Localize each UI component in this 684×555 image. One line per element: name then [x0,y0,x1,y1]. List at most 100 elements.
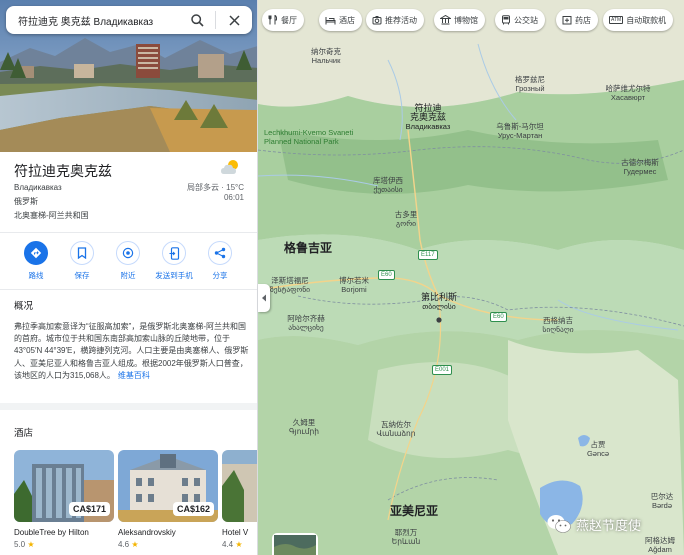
directions-icon [30,247,42,259]
share-icon [214,247,226,259]
map-label-gyumri[interactable]: 久姆里 Գյումրի [289,418,319,436]
star-icon: ★ [235,540,243,549]
map-label-gori[interactable]: 古多里 გორი [395,210,418,228]
hotel-card[interactable]: CA$171 DoubleTree by Hilton 5.0 ★ [14,450,114,549]
chip-hotels[interactable]: 酒店 [319,9,362,31]
hotel-name: Aleksandrovskiy [118,528,176,537]
road-shield: E001 [432,365,453,375]
transit-icon [502,15,510,25]
layers-button[interactable] [272,533,318,555]
share-button[interactable]: 分享 [195,241,245,281]
wikipedia-link[interactable]: 维基百科 [118,371,150,380]
map-label-armenia[interactable]: 亚美尼亚 [390,504,438,518]
map-label-khasavyurt[interactable]: 哈萨维尤尔特 Хасавюрт [606,84,651,102]
map-label-nalchik[interactable]: 纳尔奇克 Нальчик [311,47,341,65]
chip-activities[interactable]: 推荐活动 [366,9,424,31]
place-region: 北奥塞梯-阿兰共和国 [14,211,89,220]
map-label-ganja[interactable]: 占贾 Gəncə [587,440,609,458]
hotels-section: 酒店 CA$171 DoubleTree by Hilton 5.0 ★ CA$… [0,417,257,555]
map-label-vanadzor[interactable]: 瓦纳佐尔 Վանաձոր [376,420,415,438]
chip-museums[interactable]: 博物馆 [434,9,485,31]
map-label-urus-martan[interactable]: 乌鲁斯-马尔坦 Урус-Мартан [496,122,544,140]
hotel-card[interactable]: CA$162 Aleksandrovskiy 4.6 ★ [118,450,218,549]
hotels-heading: 酒店 [14,428,34,439]
directions-icon-circle [24,241,48,265]
chip-atm[interactable]: ATM 自动取款机 [603,9,674,31]
hotel-rating-value: 5.0 [14,540,26,549]
map-label-georgia[interactable]: 格鲁吉亚 [284,241,332,255]
map-label-borjomi[interactable]: 博尔若米 Borjomi [339,276,369,294]
send-to-phone-icon [169,246,179,260]
place-header: 符拉迪克奥克兹 Владикавказ 俄罗斯 北奥塞梯-阿兰共和国 局部多云 … [0,152,257,232]
map-label-zestaponi[interactable]: 泽斯塔福尼 ზესტაფონი [270,276,310,294]
save-button[interactable]: 保存 [57,241,107,281]
hotel-card[interactable]: Hotel V 4.4 ★ [222,450,257,549]
map-label-barda[interactable]: 巴尔达 Bərdə [651,492,674,510]
map-label-national-park[interactable]: Lechkhumi-Kvemo Svaneti Planned National… [264,128,354,146]
send-to-phone-button[interactable]: 发送到手机 [149,241,199,281]
map-canvas[interactable]: 纳尔奇克 Нальчик 格罗兹尼 Грозный 哈萨维尤尔特 Хасавюрт 符… [258,0,684,555]
hotel-photo: CA$171 [14,450,114,522]
map-label-yerevan[interactable]: 耶烈万 Երևան [392,528,420,546]
place-local-name: Владикавказ [14,183,62,192]
museum-icon [440,15,451,25]
hotel-photo-image [222,450,257,522]
weather-text: 局部多云 · 15°C [187,183,244,192]
chip-label: 药店 [575,15,591,25]
search-button[interactable] [185,8,209,32]
map-label-kutaisi[interactable]: 库塔伊西 ქუთაისი [373,176,403,194]
share-label: 分享 [212,271,228,280]
map-label-vladikavkaz[interactable]: 符拉迪 克奥克兹 Владикавказ [406,104,451,132]
watermark: 燕赵节度使 [547,511,641,537]
chip-pharmacies[interactable]: 药店 [556,9,598,31]
road-shield: E60 [490,312,507,322]
search-input[interactable]: 符拉迪克 奥克兹 Владикавказ [18,13,185,28]
collapse-panel-button[interactable] [258,284,270,312]
star-icon: ★ [131,540,139,549]
nearby-icon-circle [116,241,140,265]
hotel-price: CA$162 [172,502,214,516]
clear-search-button[interactable] [222,8,246,32]
map-label-sighnaghi[interactable]: 西格纳吉 სიღნაღი [542,316,573,334]
map-label-akhaltsikhe[interactable]: 阿哈尔齐赫 ახალციხე [287,314,325,332]
hotel-rating-value: 4.4 [222,540,234,549]
chip-restaurants[interactable]: 餐厅 [262,9,304,31]
chip-label: 自动取款机 [626,15,667,25]
map-label-agdam[interactable]: 阿格达姆 Ağdam [645,536,675,554]
place-country: 俄罗斯 [14,197,38,206]
place-panel: 符拉迪克 奥克兹 Владикавказ 符拉迪克奥克兹 Владикавказ… [0,0,258,555]
activities-icon [372,16,382,25]
map-label-grozny[interactable]: 格罗兹尼 Грозный [515,75,545,93]
map-label-gudermes[interactable]: 古德尔梅斯 Гудермес [621,158,659,176]
chip-transit[interactable]: 公交站 [495,9,545,31]
chip-label: 公交站 [514,15,538,25]
hotel-name: Hotel V [222,528,249,537]
hotel-rating: 4.6 ★ [118,540,218,549]
directions-button[interactable]: 路线 [11,241,61,281]
nearby-label: 附近 [120,271,136,280]
overview-heading: 概况 [14,301,34,312]
map-label-tbilisi[interactable]: 第比利斯 თბილისი [421,293,457,312]
search-icon [190,13,204,27]
save-icon-circle [70,241,94,265]
chip-label: 餐厅 [281,15,297,25]
search-box[interactable]: 符拉迪克 奥克兹 Владикавказ [6,6,252,34]
nearby-button[interactable]: 附近 [103,241,153,281]
star-icon: ★ [27,540,35,549]
chip-label: 酒店 [339,15,355,25]
pharmacy-icon [562,16,572,25]
chevron-left-icon [262,294,266,302]
hotel-rating: 5.0 ★ [14,540,114,549]
action-bar: 路线 保存 附近 发送到手机 分享 [0,232,257,290]
search-divider [215,11,216,29]
hotel-price: CA$171 [68,502,110,516]
satellite-thumbnail [274,535,316,555]
send-to-phone-label: 发送到手机 [155,271,193,280]
wechat-icon [547,515,571,533]
place-title: 符拉迪克奥克兹 [14,163,112,179]
overview-text-block: 弗拉季高加索意译为“征服高加索”，是俄罗斯北奥塞梯-阿兰共和国的首府。城市位于共… [14,321,250,382]
overview-section: 概况 弗拉季高加索意译为“征服高加索”，是俄罗斯北奥塞梯-阿兰共和国的首府。城市… [0,290,257,410]
directions-label: 路线 [28,271,44,280]
partly-cloudy-icon [221,160,238,174]
chip-label: 博物馆 [454,15,478,25]
